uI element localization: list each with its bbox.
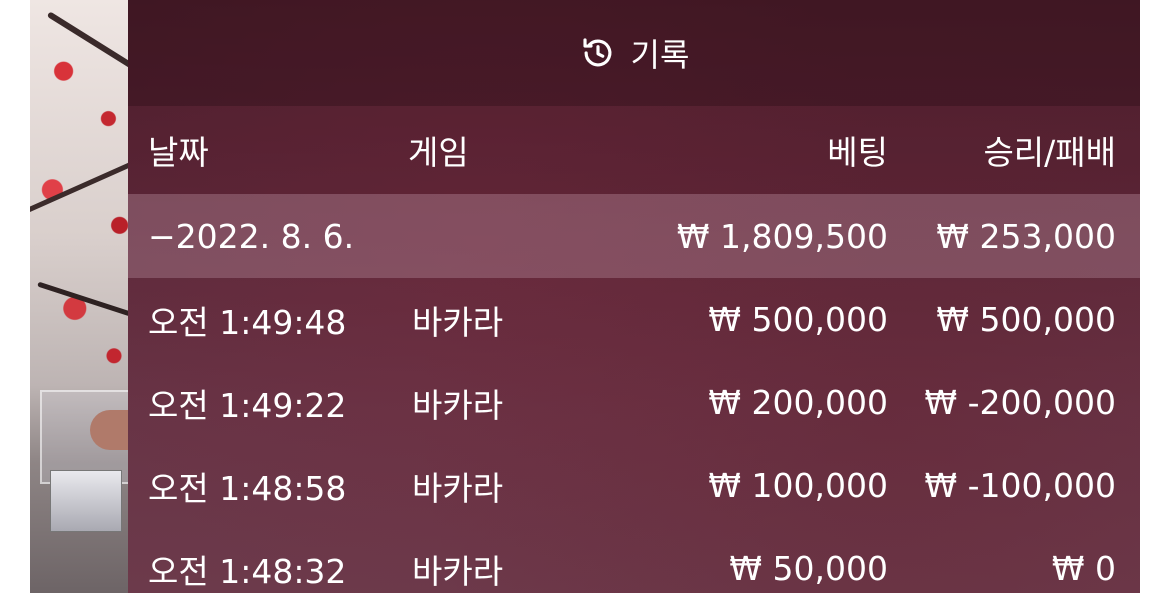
row-game: 바카라 <box>412 468 504 508</box>
row-result: ₩ 0 <box>1051 549 1116 588</box>
date-group-result-total: ₩ 253,000 <box>936 216 1116 256</box>
branch-decoration <box>30 151 142 214</box>
row-game: 바카라 <box>412 302 504 342</box>
branch-decoration <box>37 281 142 324</box>
panel-title-group: 기록 <box>579 30 690 76</box>
row-game: 바카라 <box>412 551 504 591</box>
game-video-background <box>30 0 142 593</box>
row-result: ₩ -200,000 <box>924 383 1117 422</box>
table-row[interactable]: 오전 1:49:22 바카라 ₩ 200,000 ₩ -200,000 <box>128 361 1140 444</box>
row-bet: ₩ 100,000 <box>708 466 888 505</box>
column-header-result: 승리/패배 <box>983 133 1116 172</box>
history-panel: 기록 날짜 게임 베팅 승리/패배 −2022. 8. 6. ₩ 1,809,5… <box>128 0 1140 593</box>
card-stack <box>50 470 122 532</box>
panel-title: 기록 <box>630 36 690 74</box>
table-row[interactable]: 오전 1:49:48 바카라 ₩ 500,000 ₩ 500,000 <box>128 278 1140 361</box>
row-time: 오전 1:48:58 <box>148 468 347 508</box>
row-result: ₩ 500,000 <box>936 300 1116 339</box>
table-row[interactable]: 오전 1:48:32 바카라 ₩ 50,000 ₩ 0 <box>128 527 1140 593</box>
panel-header: 기록 <box>128 0 1140 106</box>
row-time: 오전 1:48:32 <box>148 551 347 591</box>
row-result: ₩ -100,000 <box>924 466 1117 505</box>
row-time: 오전 1:49:22 <box>148 385 347 425</box>
column-header-bet: 베팅 <box>827 133 888 172</box>
column-header-date: 날짜 <box>148 133 209 172</box>
column-header-row: 날짜 게임 베팅 승리/패배 <box>128 106 1140 194</box>
column-header-game: 게임 <box>408 133 469 172</box>
date-group-bet-total: ₩ 1,809,500 <box>676 216 888 256</box>
table-row[interactable]: 오전 1:48:58 바카라 ₩ 100,000 ₩ -100,000 <box>128 444 1140 527</box>
date-group-row[interactable]: −2022. 8. 6. ₩ 1,809,500 ₩ 253,000 <box>128 194 1140 278</box>
row-time: 오전 1:49:48 <box>148 302 347 342</box>
history-icon <box>579 34 617 72</box>
row-game: 바카라 <box>412 385 504 425</box>
date-group-label: −2022. 8. 6. <box>148 216 355 256</box>
row-bet: ₩ 500,000 <box>708 300 888 339</box>
row-bet: ₩ 50,000 <box>729 549 888 588</box>
row-bet: ₩ 200,000 <box>708 383 888 422</box>
